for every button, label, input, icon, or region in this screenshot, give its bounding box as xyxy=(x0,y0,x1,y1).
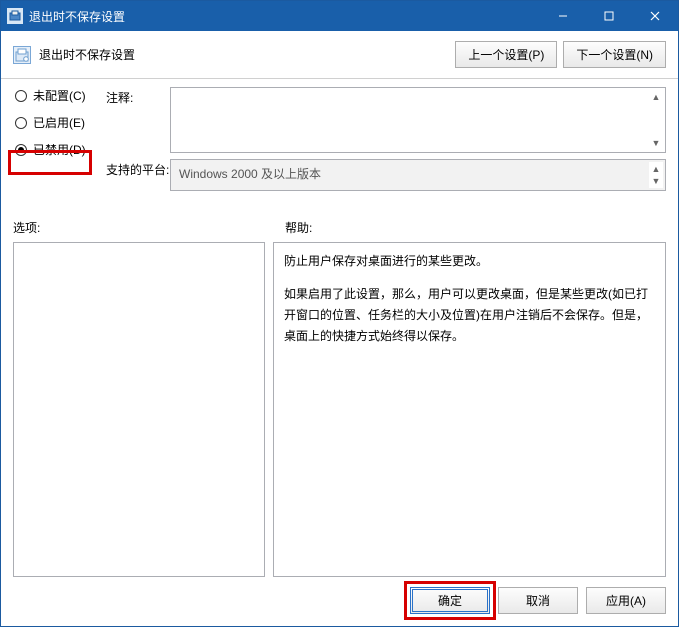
divider xyxy=(1,78,678,79)
options-label: 选项: xyxy=(13,219,285,236)
title-text: 退出时不保存设置 xyxy=(29,8,125,25)
help-textbox[interactable]: 防止用户保存对桌面进行的某些更改。 如果启用了此设置，那么，用户可以更改桌面，但… xyxy=(273,242,666,577)
radio-label: 已启用(E) xyxy=(33,114,85,131)
options-listbox[interactable] xyxy=(13,242,265,577)
policy-editor-window: 退出时不保存设置 退出时不保存设置 上一个设置(P) 下一个设置(N) 未配 xyxy=(0,0,679,627)
apply-button[interactable]: 应用(A) xyxy=(586,587,666,614)
radio-not-configured[interactable]: 未配置(C) xyxy=(15,87,86,104)
close-button[interactable] xyxy=(632,1,678,31)
cancel-button[interactable]: 取消 xyxy=(498,587,578,614)
platform-value: Windows 2000 及以上版本 xyxy=(179,167,321,181)
prev-setting-button[interactable]: 上一个设置(P) xyxy=(455,41,557,68)
platform-label: 支持的平台: xyxy=(106,159,170,178)
scroll-down-icon[interactable]: ▼ xyxy=(649,136,663,150)
radio-icon xyxy=(15,90,27,102)
app-icon xyxy=(7,8,23,24)
radio-label: 已禁用(D) xyxy=(33,141,86,158)
comment-textarea[interactable]: ▲ ▼ xyxy=(170,87,666,153)
platform-textbox: Windows 2000 及以上版本 ▲ ▼ xyxy=(170,159,666,191)
titlebar: 退出时不保存设置 xyxy=(1,1,678,31)
policy-icon xyxy=(13,46,31,64)
comment-label: 注释: xyxy=(106,87,170,106)
policy-title: 退出时不保存设置 xyxy=(39,46,447,63)
radio-icon xyxy=(15,144,27,156)
ok-button[interactable]: 确定 xyxy=(410,587,490,614)
window-controls xyxy=(540,1,678,31)
radio-label: 未配置(C) xyxy=(33,87,86,104)
minimize-button[interactable] xyxy=(540,1,586,31)
scroll-down-icon[interactable]: ▼ xyxy=(649,174,663,188)
help-label: 帮助: xyxy=(285,219,312,236)
help-paragraph: 防止用户保存对桌面进行的某些更改。 xyxy=(284,251,655,272)
radio-disabled[interactable]: 已禁用(D) xyxy=(15,141,86,158)
radio-enabled[interactable]: 已启用(E) xyxy=(15,114,86,131)
help-paragraph: 如果启用了此设置，那么，用户可以更改桌面，但是某些更改(如已打开窗口的位置、任务… xyxy=(284,284,655,347)
maximize-button[interactable] xyxy=(586,1,632,31)
radio-icon xyxy=(15,117,27,129)
next-setting-button[interactable]: 下一个设置(N) xyxy=(563,41,666,68)
scroll-up-icon[interactable]: ▲ xyxy=(649,90,663,104)
